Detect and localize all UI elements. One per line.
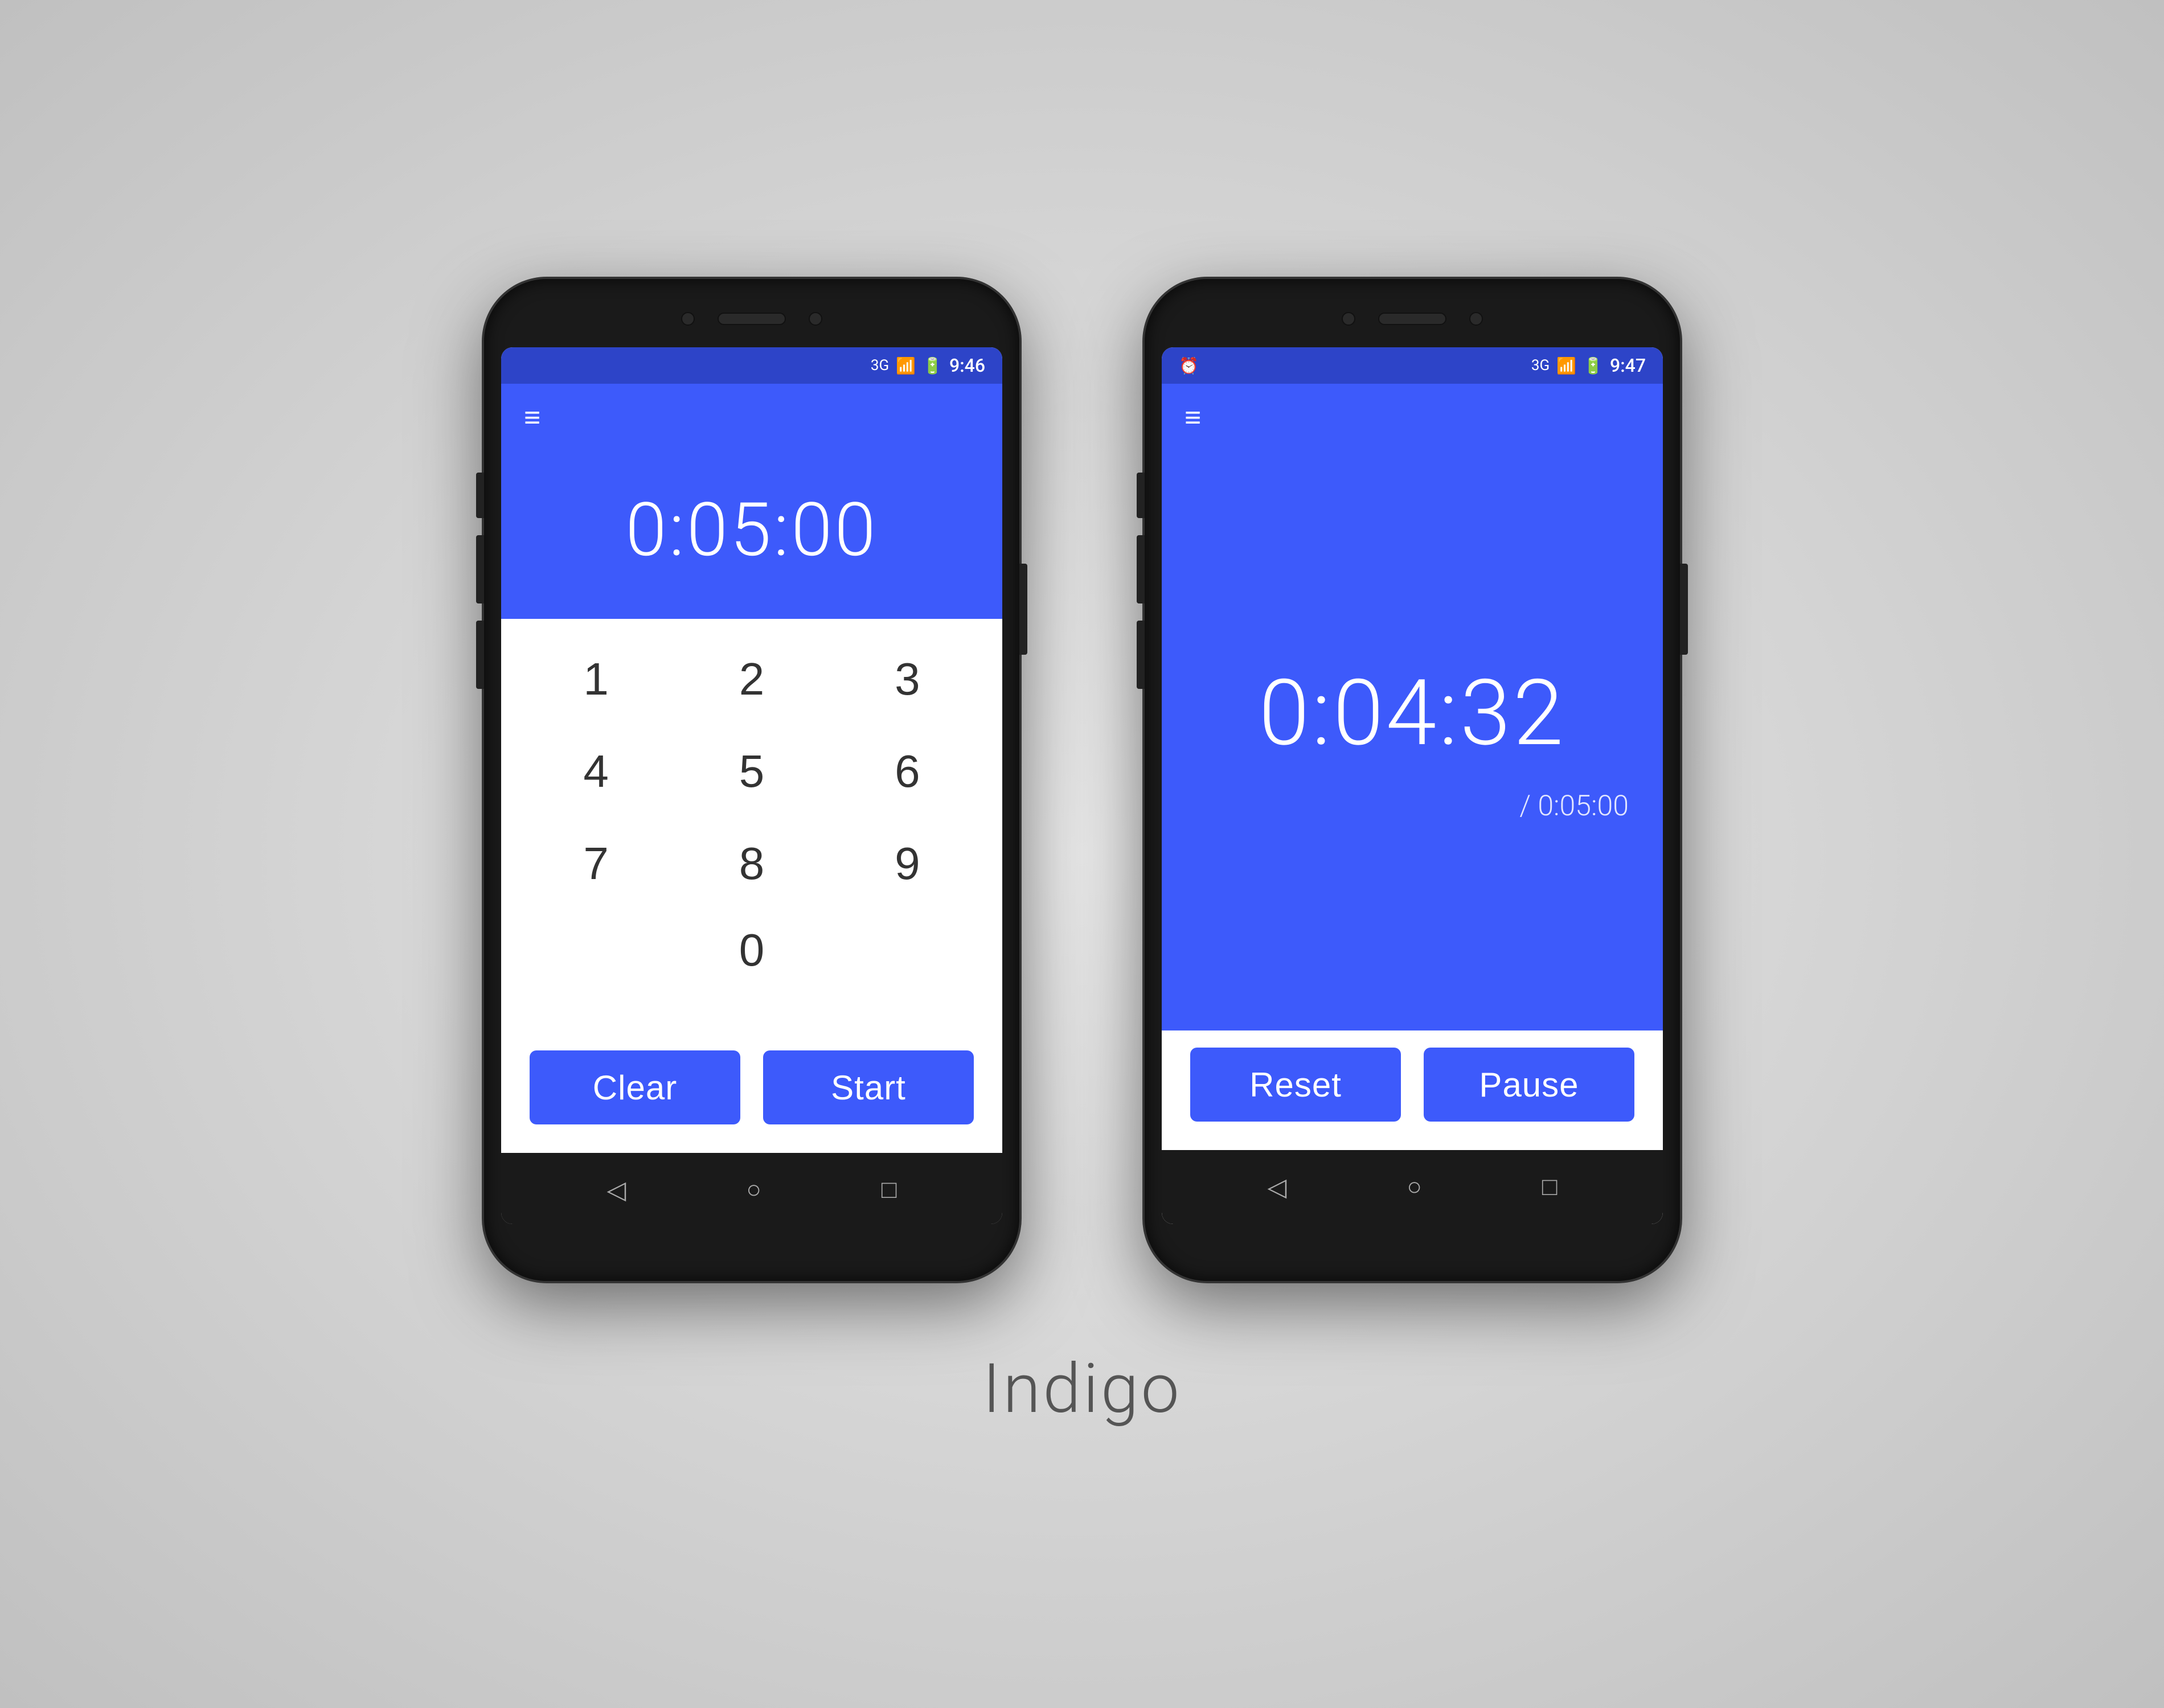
phone-camera-left-right [1342,312,1355,326]
battery-icon-right: 🔋 [1583,356,1603,375]
phone-right-side-vol-down [1137,535,1145,603]
network-icon-right: 3G [1531,357,1550,374]
num-6[interactable]: 6 [847,734,968,809]
nav-bar-right [1162,1150,1663,1224]
numpad-grid: 1 2 3 4 5 6 7 8 9 [535,642,968,901]
status-time-right: 9:47 [1610,355,1646,376]
app-bar-right: ≡ [1162,384,1663,452]
total-time-label: / 0:05:00 [1519,790,1629,823]
recent-button-left[interactable] [882,1176,897,1204]
timer-display-left: 0:05:00 [501,452,1002,619]
status-bar-right-phone: ⏰ 3G 📶 🔋 9:47 [1162,347,1663,384]
app-bar-left: ≡ [501,384,1002,452]
numpad-area: 1 2 3 4 5 6 7 8 9 0 [501,619,1002,1033]
phone-camera-front-right [1469,312,1483,326]
bottom-buttons-left: Clear Start [501,1033,1002,1153]
pause-button[interactable]: Pause [1424,1048,1634,1122]
phones-container: 3G 📶 🔋 9:46 ≡ 0:05:00 1 2 3 [484,279,1680,1281]
num-7[interactable]: 7 [535,826,657,901]
hamburger-menu-icon[interactable]: ≡ [524,404,540,432]
screen-left: 3G 📶 🔋 9:46 ≡ 0:05:00 1 2 3 [501,347,1002,1224]
num-zero-row: 0 [535,913,968,988]
recent-button-right[interactable] [1542,1173,1558,1201]
home-button-right[interactable] [1407,1173,1422,1201]
num-4[interactable]: 4 [535,734,657,809]
status-bar-right-left-section: ⏰ [1179,356,1531,375]
phone-side-volume-up [476,473,484,518]
timer-value-left: 0:05:00 [625,486,878,573]
clear-button[interactable]: Clear [530,1050,740,1124]
signal-icon: 📶 [896,356,916,375]
phone-side-extra [476,621,484,689]
screen-right: ⏰ 3G 📶 🔋 9:47 ≡ 0:04:32 / 0:05:00 [1162,347,1663,1224]
phone-bottom-bar-right [1162,1230,1663,1264]
network-icon: 3G [871,357,889,374]
back-button-left[interactable] [607,1176,626,1205]
num-3[interactable]: 3 [847,642,968,717]
phone-right-side-power [1680,564,1688,655]
phone-speaker-right [1378,313,1446,325]
alarm-icon: ⏰ [1179,356,1199,375]
reset-button[interactable]: Reset [1190,1048,1401,1122]
num-0[interactable]: 0 [739,913,765,988]
phone-top-bar [501,296,1002,342]
phone-camera-front [809,312,822,326]
countdown-display: 0:04:32 / 0:05:00 [1162,452,1663,1030]
start-button[interactable]: Start [763,1050,974,1124]
back-button-right[interactable] [1268,1173,1287,1202]
countdown-value: 0:04:32 [1259,660,1566,767]
phone-side-volume-down [476,535,484,603]
phone-right: ⏰ 3G 📶 🔋 9:47 ≡ 0:04:32 / 0:05:00 [1145,279,1680,1281]
page-theme-label: Indigo [982,1349,1182,1429]
phone-camera-left [681,312,695,326]
phone-bottom-bar-left [501,1230,1002,1264]
status-time: 9:46 [949,355,985,376]
phone-right-side-vol-up [1137,473,1145,518]
num-5[interactable]: 5 [691,734,812,809]
battery-icon: 🔋 [923,356,942,375]
status-bar-right-section: 3G 📶 🔋 9:46 [871,355,985,376]
phone-top-bar-right [1162,296,1663,342]
phone-side-power [1019,564,1027,655]
hamburger-menu-icon-right[interactable]: ≡ [1185,404,1201,432]
nav-bar-left [501,1153,1002,1224]
phone-speaker [718,313,786,325]
phone-left: 3G 📶 🔋 9:46 ≡ 0:05:00 1 2 3 [484,279,1019,1281]
num-9[interactable]: 9 [847,826,968,901]
num-2[interactable]: 2 [691,642,812,717]
status-bar-left: 3G 📶 🔋 9:46 [501,347,1002,384]
num-1[interactable]: 1 [535,642,657,717]
num-8[interactable]: 8 [691,826,812,901]
signal-icon-right: 📶 [1556,356,1576,375]
status-bar-right-right-section: 3G 📶 🔋 9:47 [1531,355,1646,376]
bottom-buttons-right: Reset Pause [1162,1030,1663,1150]
home-button-left[interactable] [746,1176,761,1204]
phone-right-side-extra [1137,621,1145,689]
